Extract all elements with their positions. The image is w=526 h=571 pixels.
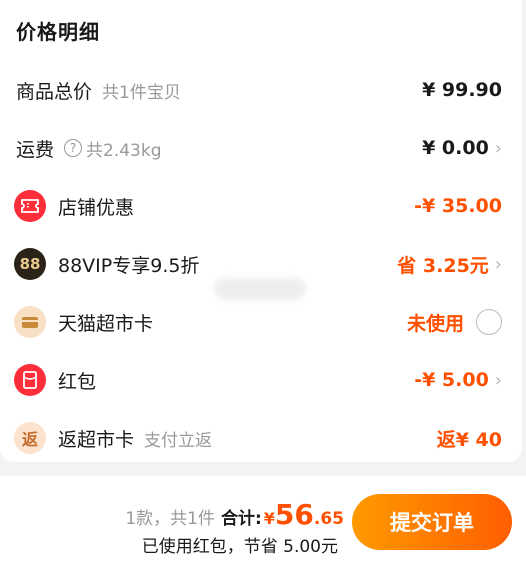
blurred-area	[214, 278, 306, 300]
tmall-card-label: 天猫超市卡	[58, 312, 154, 335]
shop-discount-value: -¥ 35.00	[414, 195, 502, 217]
checkout-bar: 1款，共1件 合计: ¥ 56 .65 已使用红包，节省 5.00元 提交订单	[0, 476, 526, 571]
help-icon[interactable]: ?	[64, 139, 83, 157]
rebate-card-value: 返¥ 40	[437, 425, 502, 452]
vip-88-icon: 88	[14, 248, 46, 280]
row-goods-total: 商品总价 共1件宝贝 ¥ 99.90	[0, 70, 522, 110]
chevron-right-icon: ›	[494, 253, 502, 275]
row-red-packet[interactable]: 红包 -¥ 5.00 ›	[0, 360, 522, 400]
rebate-card-sub: 支付立返	[144, 430, 213, 451]
total-amount-dec: .65	[313, 509, 344, 529]
card-icon	[14, 306, 46, 338]
order-summary: 1款，共1件 合计: ¥ 56 .65	[125, 498, 344, 531]
chevron-right-icon: ›	[494, 137, 502, 159]
row-shipping[interactable]: 运费 ? 共2.43kg ¥ 0.00 ›	[0, 128, 522, 168]
vip-label: 88VIP专享9.5折	[58, 254, 200, 277]
chevron-right-icon: ›	[494, 369, 502, 391]
tmall-card-status: 未使用	[406, 312, 464, 335]
red-packet-value[interactable]: -¥ 5.00 ›	[414, 369, 502, 391]
total-label: 合计:	[220, 509, 262, 529]
rebate-card-amount: 返¥ 40	[436, 428, 502, 451]
page-title: 价格明细	[16, 20, 100, 44]
vip-savings: 省 3.25元	[397, 254, 489, 277]
goods-total-label: 商品总价	[16, 80, 93, 103]
item-count: 1款，共1件	[125, 509, 215, 529]
row-shop-discount[interactable]: 店铺优惠 -¥ 35.00	[0, 186, 522, 226]
coupon-icon	[14, 190, 46, 222]
red-packet-icon	[14, 364, 46, 396]
goods-total-value: ¥ 99.90	[422, 79, 502, 101]
shipping-value[interactable]: ¥ 0.00 ›	[422, 137, 502, 159]
goods-total-amount: ¥ 99.90	[422, 79, 502, 101]
shipping-amount: ¥ 0.00	[422, 137, 489, 159]
row-rebate-card: 返 返超市卡 支付立返 返¥ 40	[0, 418, 522, 458]
total-amount-int: 56	[274, 498, 314, 531]
goods-count: 共1件宝贝	[102, 82, 181, 103]
shop-discount-amount: -¥ 35.00	[414, 195, 502, 217]
red-packet-amount: -¥ 5.00	[414, 369, 489, 391]
shipping-label: 运费	[16, 138, 55, 161]
currency-symbol: ¥	[263, 509, 275, 528]
price-details-card: 价格明细 商品总价 共1件宝贝 ¥ 99.90 运费 ? 共2.43kg ¥ 0…	[0, 0, 522, 462]
row-tmall-card[interactable]: 天猫超市卡 未使用	[0, 302, 522, 342]
rebate-card-label: 返超市卡	[58, 428, 135, 451]
savings-text: 已使用红包，节省 5.00元	[141, 537, 338, 557]
tmall-card-value[interactable]: 未使用	[407, 309, 502, 336]
shipping-weight: 共2.43kg	[86, 140, 162, 161]
shop-discount-label: 店铺优惠	[58, 196, 135, 219]
red-packet-label: 红包	[58, 370, 97, 393]
vip-value[interactable]: 省 3.25元 ›	[397, 251, 502, 278]
rebate-icon: 返	[14, 422, 46, 454]
tmall-card-radio[interactable]	[476, 309, 502, 335]
submit-order-button[interactable]: 提交订单	[352, 494, 512, 550]
